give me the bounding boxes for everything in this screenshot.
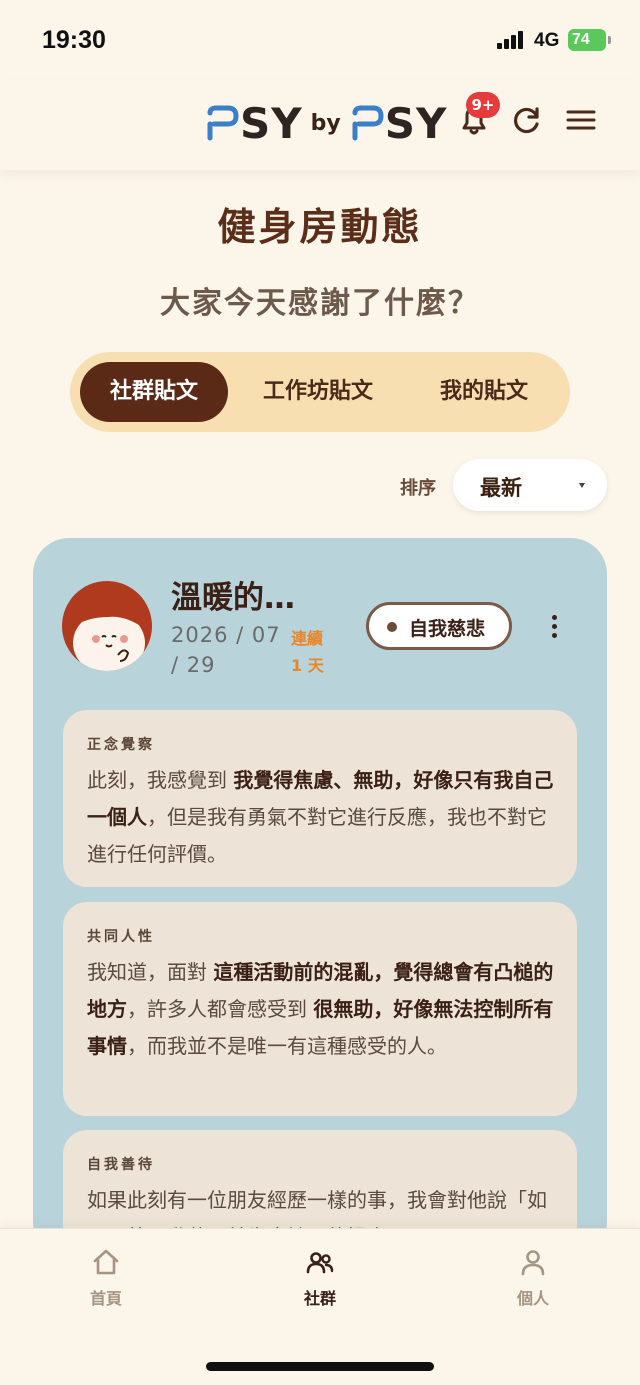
post-tag-label: 自我慈悲: [409, 618, 486, 640]
section-text: 我知道，面對 這種活動前的混亂，覺得總會有凸槌的地方，許多人都會感受到 很無助，…: [87, 954, 557, 1065]
sort-label: 排序: [400, 478, 436, 499]
nav-label: 首頁: [89, 1289, 122, 1308]
avatar-illustration-icon: [62, 581, 152, 671]
app-header: SY by SY 9+: [0, 80, 640, 170]
streak-label: 連續: [291, 629, 324, 648]
home-icon: [93, 1249, 119, 1275]
post-section-common-humanity: 共同人性 我知道，面對 這種活動前的混亂，覺得總會有凸槌的地方，許多人都會感受到…: [63, 902, 577, 1116]
battery-icon: 74: [568, 29, 611, 51]
person-icon: [521, 1250, 545, 1276]
community-icon: [306, 1252, 334, 1274]
page-subtitle: 大家今天感謝了什麼？: [160, 286, 480, 321]
post-section-mindfulness: 正念覺察 此刻，我感覺到 我覺得焦慮、無助，好像只有我自己一個人，但是我有勇氣不…: [63, 710, 577, 887]
body-text: ，但是我有勇氣不對它進行反應，我也不對它進行任何評價。: [87, 805, 547, 866]
nav-label: 個人: [516, 1289, 549, 1308]
more-options-button[interactable]: [545, 612, 565, 642]
post-tag[interactable]: 自我慈悲: [366, 602, 512, 650]
caret-down-icon: [579, 483, 585, 488]
nav-home[interactable]: 首頁: [56, 1247, 156, 1309]
tab-my-posts[interactable]: 我的貼文: [414, 362, 554, 422]
post-tabs: 社群貼文 工作坊貼文 我的貼文: [70, 352, 570, 432]
nav-label: 社群: [303, 1289, 336, 1308]
menu-button[interactable]: [562, 100, 602, 140]
tab-community-posts[interactable]: 社群貼文: [80, 362, 228, 422]
nav-profile[interactable]: 個人: [483, 1247, 583, 1309]
psy-logo-mark-icon: [207, 105, 239, 141]
app-logo[interactable]: SY by SY: [206, 98, 447, 148]
streak-indicator: 連續 1 天: [291, 625, 339, 679]
body-text: ，而我並不是唯一有這種感受的人。: [127, 1034, 447, 1058]
nav-community[interactable]: 社群: [270, 1247, 370, 1309]
psy-logo-mark-icon: [352, 105, 384, 141]
body-text: 我知道，面對: [87, 960, 214, 984]
sort-selected-value: 最新: [480, 476, 522, 500]
sort-dropdown[interactable]: 最新: [453, 459, 607, 511]
avatar[interactable]: [62, 581, 152, 671]
body-text: 此刻，我感覺到: [87, 768, 234, 792]
post-author[interactable]: 溫暖的…: [171, 572, 295, 617]
logo-text-left: SY: [240, 98, 303, 148]
network-type: 4G: [534, 30, 560, 51]
notification-badge: 9+: [466, 92, 500, 118]
page-title: 健身房動態: [217, 205, 423, 249]
battery-level: 74: [572, 31, 590, 48]
menu-icon: [566, 110, 596, 130]
home-indicator: [206, 1362, 434, 1371]
tab-workshop-posts[interactable]: 工作坊貼文: [242, 362, 394, 422]
logo-by: by: [310, 110, 341, 136]
refresh-button[interactable]: [506, 100, 546, 140]
logo-text-right: SY: [384, 98, 448, 148]
section-label: 自我善待: [87, 1157, 155, 1173]
body-text: ，許多人都會感受到: [127, 997, 314, 1021]
section-label: 正念覺察: [87, 737, 155, 753]
section-label: 共同人性: [87, 929, 155, 945]
streak-value: 1 天: [291, 656, 324, 675]
status-bar: 19:30 4G 74: [0, 0, 640, 80]
status-time: 19:30: [42, 26, 106, 54]
post-card: 溫暖的… 2026 / 07 / 29 連續 1 天 自我慈悲 正念覺察 此刻，…: [33, 538, 607, 1258]
refresh-icon: [514, 107, 539, 134]
section-text: 此刻，我感覺到 我覺得焦慮、無助，好像只有我自己一個人，但是我有勇氣不對它進行反…: [87, 762, 557, 873]
post-date: 2026 / 07 / 29: [171, 623, 281, 677]
signal-icon: [497, 31, 525, 49]
dot-icon: [387, 622, 397, 632]
